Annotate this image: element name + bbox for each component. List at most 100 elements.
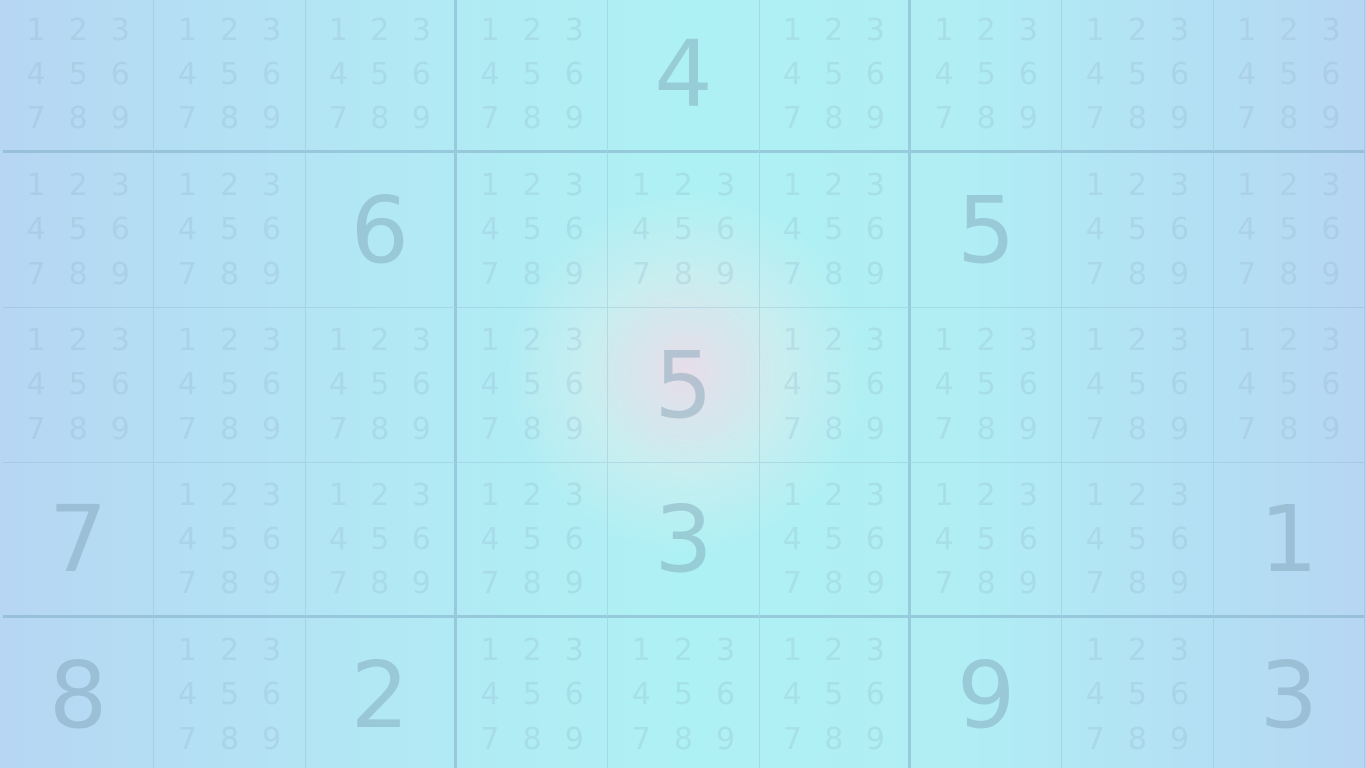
sudoku-cell-r3c1[interactable]: 123 456 789 [3,308,155,463]
pencil-mark: 3 [865,632,885,668]
sudoku-cell-r5c4[interactable]: 123 456 789 [457,618,609,768]
sudoku-cell-r5c7[interactable]: 9 [911,618,1063,768]
sudoku-cell-r2c6[interactable]: 123 456 789 [759,153,911,308]
sudoku-cell-r3c8[interactable]: 123 456 789 [1062,308,1214,463]
sudoku-cell-r1c5[interactable]: 4 [608,0,760,153]
sudoku-cell-r2c1[interactable]: 123 456 789 [3,153,155,308]
pencil-mark: 2 [1279,322,1299,358]
sudoku-cell-r3c9[interactable]: 123 456 789 [1213,308,1365,463]
pencil-mark: 8 [219,100,240,136]
pencil-mark: 9 [564,412,584,448]
sudoku-cell-r3c4[interactable]: 123 456 789 [456,308,609,463]
sudoku-cell-r4c3[interactable]: 123 456 789 [305,463,457,618]
sudoku-cell-r2c7[interactable]: 5 [910,153,1063,308]
pencil-mark: 5 [219,367,240,403]
pencil-mark: 2 [370,477,390,513]
pencil-mark: 3 [1170,167,1190,203]
pencil-mark: 8 [1279,100,1299,136]
pencil-mark: 7 [480,565,500,601]
pencil-mark: 4 [177,367,197,403]
sudoku-cell-r1c2[interactable]: 123 456 789 [154,0,306,153]
pencil-mark: 6 [411,56,431,92]
pencil-mark: 9 [411,100,431,136]
pencil-mark: 1 [328,12,348,48]
pencil-mark: 6 [865,367,885,403]
sudoku-cell-r3c2[interactable]: 123 456 789 [154,308,306,463]
pencil-marks: 123 456 789 [166,318,292,452]
pencil-marks: 123 456 789 [318,318,442,452]
sudoku-cell-r1c7[interactable]: 123 456 789 [910,0,1063,153]
sudoku-cell-r5c9[interactable]: 3 [1214,618,1365,768]
pencil-mark: 7 [328,100,348,136]
pencil-mark: 6 [110,212,130,248]
sudoku-cell-r1c3[interactable]: 123 456 789 [305,0,457,153]
sudoku-cell-r1c9[interactable]: 123 456 789 [1213,0,1365,153]
cell-value: 4 [654,20,713,128]
sudoku-cell-r4c5[interactable]: 3 [608,463,760,618]
pencil-mark: 7 [1085,257,1105,293]
sudoku-cell-r2c2[interactable]: 123 456 789 [154,153,306,308]
pencil-mark: 4 [782,677,802,713]
sudoku-cell-r4c6[interactable]: 123 456 789 [759,463,911,618]
pencil-mark: 9 [865,257,885,293]
sudoku-cell-r2c5[interactable]: 123 456 789 [608,153,760,308]
pencil-mark: 6 [1170,367,1190,403]
pencil-mark: 6 [1170,56,1190,92]
pencil-mark: 6 [1170,212,1190,248]
pencil-mark: 9 [564,100,584,136]
pencil-mark: 2 [370,12,390,48]
sudoku-cell-r5c5[interactable]: 123 456 789 [608,618,760,768]
sudoku-cell-r3c6[interactable]: 123 456 789 [759,308,911,463]
pencil-mark: 8 [522,412,542,448]
sudoku-cell-r5c2[interactable]: 123 456 789 [154,618,306,768]
pencil-mark: 8 [1127,100,1147,136]
sudoku-cell-r1c1[interactable]: 123 456 789 [3,0,155,153]
sudoku-cell-r5c6[interactable]: 123 456 789 [760,618,911,768]
pencil-mark: 2 [219,477,240,513]
sudoku-cell-r4c7[interactable]: 123 456 789 [910,463,1063,618]
pencil-mark: 9 [564,257,584,293]
pencil-mark: 5 [1279,56,1299,92]
pencil-mark: 7 [1085,412,1105,448]
sudoku-cell-r2c8[interactable]: 123 456 789 [1062,153,1214,308]
pencil-mark: 2 [219,12,240,48]
pencil-mark: 5 [370,521,390,557]
pencil-mark: 6 [564,56,584,92]
sudoku-cell-r1c4[interactable]: 123 456 789 [456,0,609,153]
pencil-marks: 123 456 789 [1226,318,1352,452]
sudoku-cell-r4c4[interactable]: 123 456 789 [456,463,609,618]
pencil-mark: 1 [782,322,802,358]
pencil-marks: 123 456 789 [15,8,141,140]
sudoku-cell-r5c8[interactable]: 123 456 789 [1062,618,1214,768]
pencil-mark: 1 [177,167,197,203]
pencil-mark: 3 [716,632,736,668]
pencil-mark: 6 [411,521,431,557]
pencil-mark: 1 [782,477,802,513]
cell-value: 8 [48,641,108,749]
pencil-mark: 8 [673,257,694,293]
sudoku-cell-r5c3[interactable]: 2 [306,618,457,768]
sudoku-cell-r5c1[interactable]: 8 [3,618,155,768]
sudoku-cell-r3c3[interactable]: 123 456 789 [305,308,457,463]
pencil-marks: 123 456 789 [772,318,896,452]
pencil-mark: 3 [1321,12,1341,48]
pencil-marks: 123 456 789 [166,163,292,297]
sudoku-cell-r3c5[interactable]: 5 [608,308,760,463]
sudoku-cell-r4c1[interactable]: 7 [3,463,155,618]
pencil-mark: 7 [934,412,954,448]
pencil-mark: 5 [1127,56,1147,92]
sudoku-cell-r3c7[interactable]: 123 456 789 [910,308,1063,463]
pencil-mark: 6 [262,56,282,92]
sudoku-cell-r1c8[interactable]: 123 456 789 [1062,0,1214,153]
sudoku-cell-r4c8[interactable]: 123 456 789 [1062,463,1214,618]
sudoku-cell-r4c2[interactable]: 123 456 789 [154,463,306,618]
pencil-marks: 123 456 789 [923,8,1049,140]
sudoku-cell-r4c9[interactable]: 1 [1213,463,1365,618]
pencil-mark: 8 [370,565,390,601]
sudoku-cell-r2c9[interactable]: 123 456 789 [1213,153,1365,308]
pencil-mark: 4 [782,212,802,248]
sudoku-cell-r1c6[interactable]: 123 456 789 [759,0,911,153]
sudoku-cell-r2c4[interactable]: 123 456 789 [456,153,609,308]
pencil-mark: 5 [824,56,844,92]
sudoku-cell-r2c3[interactable]: 6 [305,153,457,308]
